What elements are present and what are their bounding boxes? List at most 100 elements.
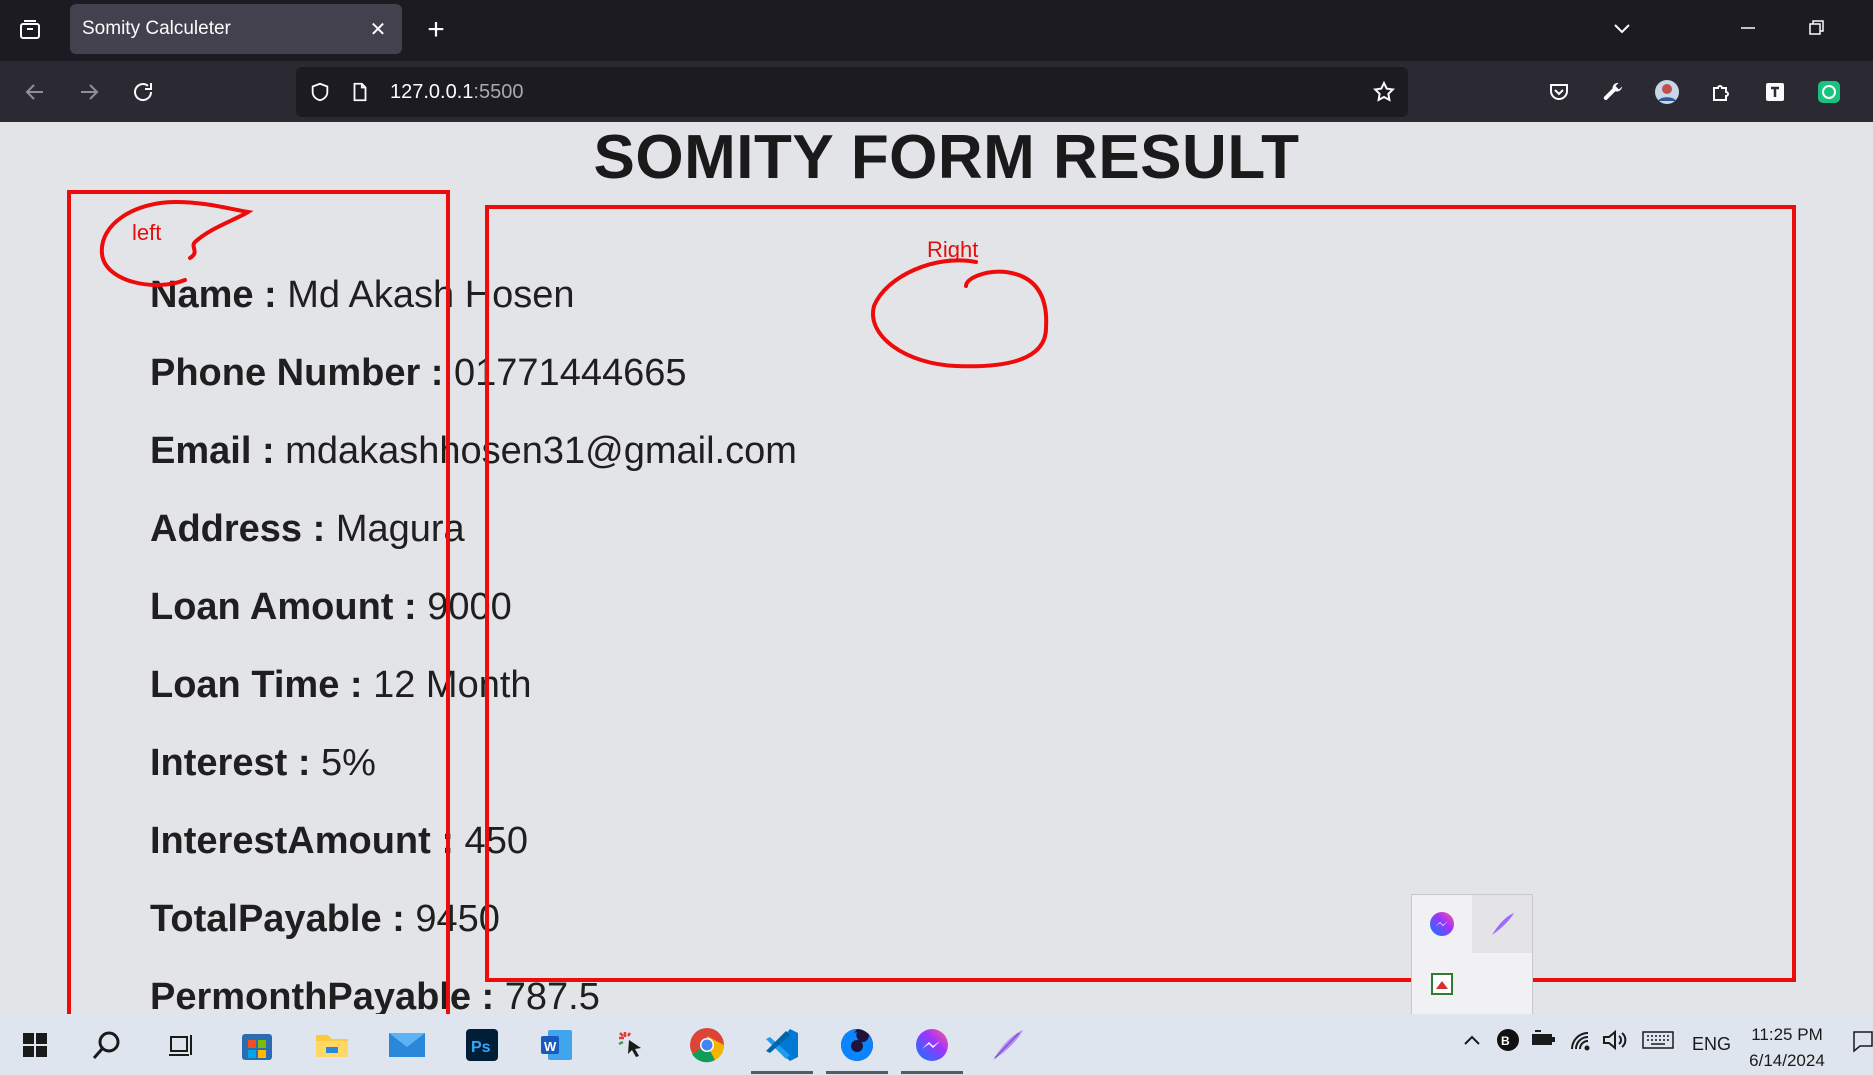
back-button[interactable] <box>16 73 54 111</box>
cursor-click-icon <box>618 1032 641 1057</box>
mail-icon <box>389 1033 425 1057</box>
page-content: SOMITY FORM RESULT Name : Md Akash Hosen… <box>0 122 1873 1014</box>
windows-logo-icon <box>23 1033 47 1057</box>
battery-icon <box>1532 1030 1555 1045</box>
vscode-app[interactable] <box>761 1024 803 1066</box>
snip-icon <box>1431 973 1453 995</box>
language-indicator[interactable]: ENG <box>1692 1034 1731 1055</box>
puzzle-icon <box>1713 85 1729 101</box>
chevron-up-icon <box>1464 1035 1480 1045</box>
minimize-button[interactable] <box>1728 12 1768 44</box>
firefox-active-indicator <box>826 1071 888 1074</box>
battery-tray-icon[interactable] <box>1530 1029 1556 1054</box>
mail-app[interactable] <box>386 1024 428 1066</box>
notifications-button[interactable] <box>1852 1030 1873 1059</box>
shield-icon[interactable] <box>308 80 332 104</box>
minimize-icon <box>1741 27 1755 29</box>
click-app[interactable] <box>611 1024 653 1066</box>
tab-overflow-button[interactable] <box>1602 12 1642 44</box>
feather-icon <box>993 1030 1023 1060</box>
pocket-icon <box>1550 84 1568 100</box>
url-host: 127.0.0.1 <box>390 81 474 103</box>
extensions-button[interactable] <box>1702 73 1740 111</box>
tab-list-icon <box>20 20 40 39</box>
address-bar[interactable]: 127.0.0.1:5500 <box>296 67 1408 117</box>
messenger-icon <box>1430 912 1454 936</box>
keyboard-icon <box>1642 1031 1674 1049</box>
svg-text:W: W <box>544 1039 557 1054</box>
left-annotation-label: left <box>132 220 162 245</box>
chatgpt-extension-button[interactable] <box>1810 73 1848 111</box>
right-annotation-label: Right <box>927 237 979 262</box>
chevron-down-icon <box>1614 24 1630 34</box>
bookmark-star-icon[interactable] <box>1372 80 1396 104</box>
clock-time: 11:25 PM <box>1751 1025 1823 1044</box>
search-icon <box>92 1031 120 1059</box>
messenger-active-indicator <box>901 1071 963 1074</box>
browser-tab-bar: Somity Calculeter ✕ + <box>0 0 1873 61</box>
vscode-active-indicator <box>751 1071 813 1074</box>
screen: Somity Calculeter ✕ + 127.0.0.1:5500 SOM… <box>0 0 1873 1075</box>
back-arrow-icon <box>25 84 43 100</box>
active-tab[interactable]: Somity Calculeter ✕ <box>70 4 402 54</box>
firefox-app[interactable] <box>836 1024 878 1066</box>
speaker-icon <box>1603 1029 1627 1051</box>
text-t-icon <box>1766 83 1784 101</box>
wifi-icon <box>1571 1032 1590 1051</box>
clock-date: 6/14/2024 <box>1749 1051 1825 1070</box>
feather-icon <box>1492 913 1514 935</box>
start-button[interactable] <box>14 1024 56 1066</box>
left-annotation-box <box>67 190 450 1014</box>
feather-app[interactable] <box>986 1024 1028 1066</box>
tab-close-icon[interactable]: ✕ <box>364 15 392 43</box>
file-explorer-app[interactable] <box>311 1024 353 1066</box>
devtools-button[interactable] <box>1594 73 1632 111</box>
photoshop-app[interactable]: Ps <box>461 1024 503 1066</box>
messenger-icon <box>916 1029 948 1061</box>
new-tab-button[interactable]: + <box>418 12 454 48</box>
forward-arrow-icon <box>81 84 99 100</box>
store-app[interactable] <box>236 1024 278 1066</box>
firefox-icon <box>841 1029 873 1061</box>
url-text[interactable]: 127.0.0.1:5500 <box>390 81 523 104</box>
folder-icon <box>316 1035 348 1057</box>
taskbar-clock[interactable]: 11:25 PM 6/14/2024 <box>1742 1022 1832 1074</box>
right-annotation-box <box>485 205 1796 982</box>
text-extension-button[interactable] <box>1756 73 1794 111</box>
page-title: SOMITY FORM RESULT <box>593 123 1300 192</box>
forward-button[interactable] <box>70 73 108 111</box>
task-view-button[interactable] <box>160 1024 202 1066</box>
messenger-tray-item[interactable] <box>1412 895 1472 953</box>
url-port: :5500 <box>473 81 524 103</box>
right-circle-annotation <box>870 258 1049 369</box>
restore-icon <box>1809 20 1824 35</box>
tray-overflow-popup <box>1411 894 1533 1014</box>
word-icon: W <box>541 1030 572 1060</box>
task-view-icon <box>169 1035 192 1056</box>
tab-title: Somity Calculeter <box>82 18 231 39</box>
restore-button[interactable] <box>1796 12 1836 44</box>
bijoy-icon: B <box>1497 1029 1519 1051</box>
avatar-icon <box>1655 80 1679 104</box>
volume-tray-icon[interactable] <box>1602 1029 1628 1056</box>
windows-taskbar: Ps W B ENG 11:25 PM 6/14/2024 <box>0 1014 1873 1075</box>
bijoy-tray-icon[interactable]: B <box>1496 1028 1520 1057</box>
page-info-icon[interactable] <box>348 80 372 104</box>
search-button[interactable] <box>86 1024 128 1066</box>
wifi-tray-icon[interactable] <box>1568 1029 1592 1056</box>
vscode-icon <box>766 1029 798 1061</box>
browser-nav-bar: 127.0.0.1:5500 <box>0 61 1873 122</box>
profile-button[interactable] <box>1648 73 1686 111</box>
microsoft-store-icon <box>242 1034 272 1060</box>
feather-tray-item[interactable] <box>1472 895 1532 953</box>
snip-tray-item[interactable] <box>1412 955 1472 1013</box>
reload-button[interactable] <box>124 73 162 111</box>
chrome-app[interactable] <box>686 1024 728 1066</box>
keyboard-tray-icon[interactable] <box>1642 1030 1674 1055</box>
word-app[interactable]: W <box>536 1024 578 1066</box>
messenger-app[interactable] <box>911 1024 953 1066</box>
pocket-button[interactable] <box>1540 73 1578 111</box>
show-hidden-icons-button[interactable] <box>1462 1030 1482 1055</box>
left-circle-annotation <box>99 199 254 287</box>
tab-list-button[interactable] <box>12 12 48 48</box>
